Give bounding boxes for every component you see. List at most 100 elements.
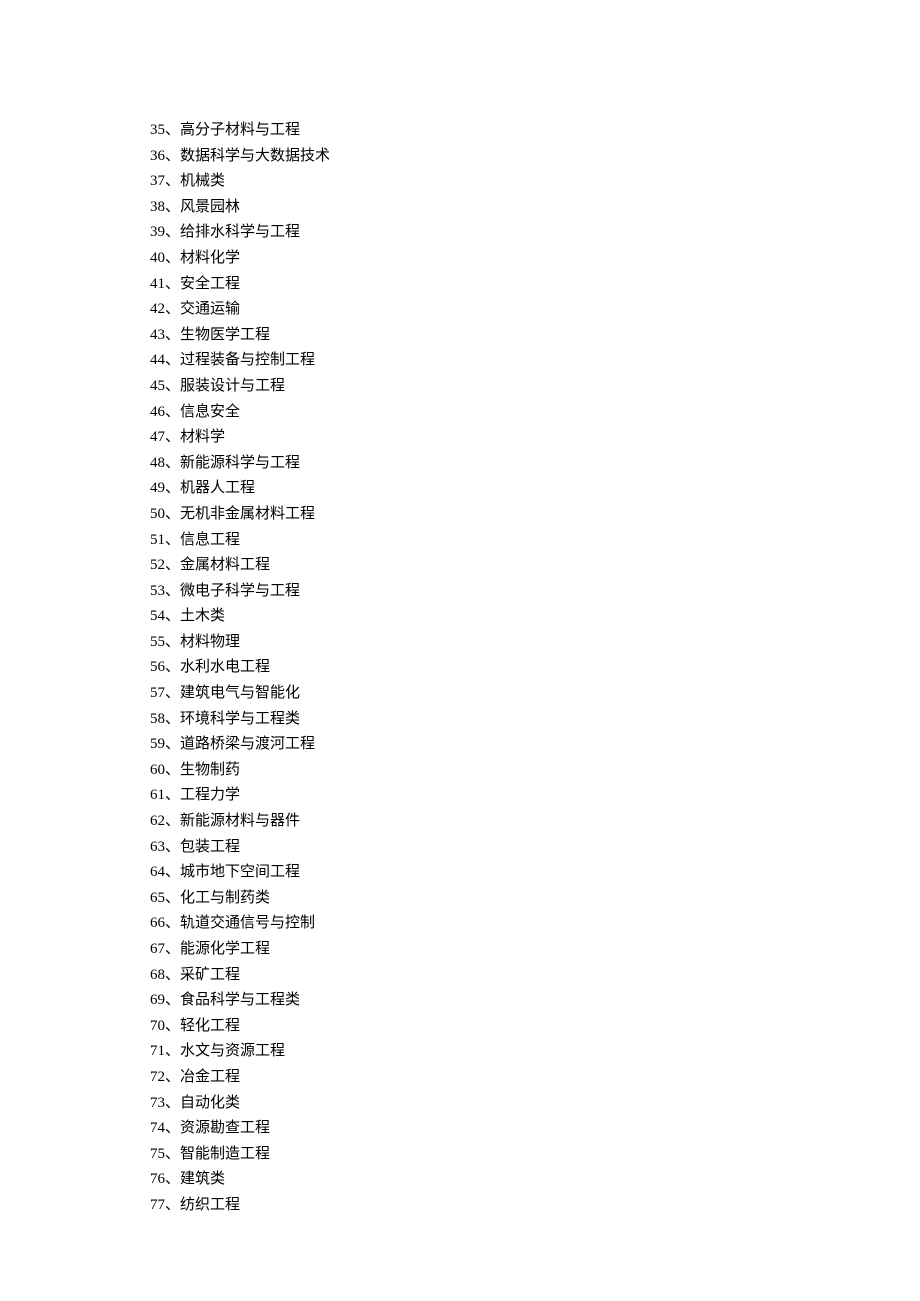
item-text: 化工与制药类 <box>180 890 270 906</box>
item-separator: 、 <box>165 480 180 496</box>
item-number: 48 <box>150 455 165 471</box>
item-text: 信息工程 <box>180 532 240 548</box>
item-separator: 、 <box>165 583 180 599</box>
item-number: 47 <box>150 429 165 445</box>
list-item: 70、轻化工程 <box>150 1014 920 1040</box>
item-text: 水利水电工程 <box>180 659 270 675</box>
item-text: 新能源科学与工程 <box>180 455 300 471</box>
item-text: 城市地下空间工程 <box>180 864 300 880</box>
item-separator: 、 <box>165 787 180 803</box>
item-number: 67 <box>150 941 165 957</box>
item-separator: 、 <box>165 506 180 522</box>
item-number: 69 <box>150 992 165 1008</box>
item-text: 环境科学与工程类 <box>180 711 300 727</box>
item-separator: 、 <box>165 762 180 778</box>
list-item: 66、轨道交通信号与控制 <box>150 911 920 937</box>
item-separator: 、 <box>165 276 180 292</box>
item-separator: 、 <box>165 557 180 573</box>
list-item: 37、机械类 <box>150 169 920 195</box>
item-separator: 、 <box>165 301 180 317</box>
item-text: 食品科学与工程类 <box>180 992 300 1008</box>
list-item: 40、材料化学 <box>150 246 920 272</box>
item-text: 数据科学与大数据技术 <box>180 148 330 164</box>
item-number: 56 <box>150 659 165 675</box>
item-text: 金属材料工程 <box>180 557 270 573</box>
item-number: 75 <box>150 1146 165 1162</box>
item-number: 65 <box>150 890 165 906</box>
item-separator: 、 <box>165 685 180 701</box>
item-separator: 、 <box>165 378 180 394</box>
item-number: 71 <box>150 1043 165 1059</box>
item-separator: 、 <box>165 1120 180 1136</box>
list-item: 69、食品科学与工程类 <box>150 988 920 1014</box>
item-number: 74 <box>150 1120 165 1136</box>
item-separator: 、 <box>165 148 180 164</box>
item-text: 建筑类 <box>180 1171 225 1187</box>
item-separator: 、 <box>165 429 180 445</box>
item-text: 自动化类 <box>180 1095 240 1111</box>
list-item: 43、生物医学工程 <box>150 323 920 349</box>
list-item: 52、金属材料工程 <box>150 553 920 579</box>
list-item: 65、化工与制药类 <box>150 886 920 912</box>
item-text: 交通运输 <box>180 301 240 317</box>
item-separator: 、 <box>165 173 180 189</box>
item-number: 58 <box>150 711 165 727</box>
item-text: 智能制造工程 <box>180 1146 270 1162</box>
item-text: 材料学 <box>180 429 225 445</box>
list-item: 53、微电子科学与工程 <box>150 579 920 605</box>
item-separator: 、 <box>165 1171 180 1187</box>
list-item: 64、城市地下空间工程 <box>150 860 920 886</box>
item-number: 36 <box>150 148 165 164</box>
list-item: 56、水利水电工程 <box>150 655 920 681</box>
item-text: 服装设计与工程 <box>180 378 285 394</box>
item-number: 50 <box>150 506 165 522</box>
item-text: 能源化学工程 <box>180 941 270 957</box>
item-text: 水文与资源工程 <box>180 1043 285 1059</box>
item-text: 轻化工程 <box>180 1018 240 1034</box>
item-text: 冶金工程 <box>180 1069 240 1085</box>
item-number: 53 <box>150 583 165 599</box>
item-separator: 、 <box>165 1043 180 1059</box>
item-number: 44 <box>150 352 165 368</box>
item-number: 59 <box>150 736 165 752</box>
list-item: 39、给排水科学与工程 <box>150 220 920 246</box>
item-separator: 、 <box>165 864 180 880</box>
list-item: 61、工程力学 <box>150 783 920 809</box>
item-number: 46 <box>150 404 165 420</box>
item-text: 材料化学 <box>180 250 240 266</box>
list-item: 51、信息工程 <box>150 528 920 554</box>
item-text: 给排水科学与工程 <box>180 224 300 240</box>
item-number: 37 <box>150 173 165 189</box>
item-number: 63 <box>150 839 165 855</box>
list-item: 54、土木类 <box>150 604 920 630</box>
item-separator: 、 <box>165 1197 180 1213</box>
list-item: 48、新能源科学与工程 <box>150 451 920 477</box>
item-separator: 、 <box>165 250 180 266</box>
item-separator: 、 <box>165 1146 180 1162</box>
item-separator: 、 <box>165 736 180 752</box>
item-number: 70 <box>150 1018 165 1034</box>
item-number: 77 <box>150 1197 165 1213</box>
list-item: 49、机器人工程 <box>150 476 920 502</box>
item-text: 土木类 <box>180 608 225 624</box>
item-separator: 、 <box>165 199 180 215</box>
item-separator: 、 <box>165 532 180 548</box>
item-number: 39 <box>150 224 165 240</box>
list-item: 47、材料学 <box>150 425 920 451</box>
list-item: 60、生物制药 <box>150 758 920 784</box>
item-separator: 、 <box>165 659 180 675</box>
list-item: 44、过程装备与控制工程 <box>150 348 920 374</box>
item-separator: 、 <box>165 634 180 650</box>
item-text: 资源勘查工程 <box>180 1120 270 1136</box>
item-number: 38 <box>150 199 165 215</box>
list-item: 42、交通运输 <box>150 297 920 323</box>
list-item: 72、冶金工程 <box>150 1065 920 1091</box>
item-text: 机器人工程 <box>180 480 255 496</box>
item-text: 无机非金属材料工程 <box>180 506 315 522</box>
item-text: 工程力学 <box>180 787 240 803</box>
item-text: 道路桥梁与渡河工程 <box>180 736 315 752</box>
list-item: 57、建筑电气与智能化 <box>150 681 920 707</box>
item-separator: 、 <box>165 813 180 829</box>
item-separator: 、 <box>165 122 180 138</box>
list-item: 55、材料物理 <box>150 630 920 656</box>
